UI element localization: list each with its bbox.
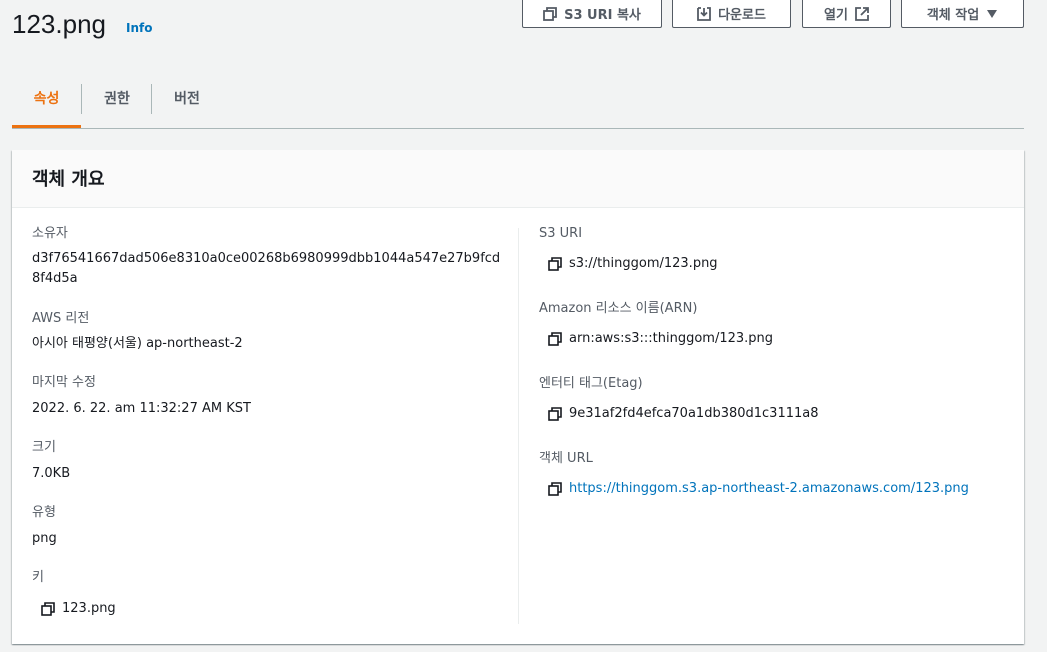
object-url-link[interactable]: https://thinggom.s3.ap-northeast-2.amazo…: [569, 479, 969, 499]
tab-properties[interactable]: 속성: [12, 78, 81, 128]
etag-label: 엔터티 태그(Etag): [539, 376, 643, 391]
arn-value: arn:aws:s3:::thinggom/123.png: [569, 331, 774, 346]
object-url-row: https://thinggom.s3.ap-northeast-2.amazo…: [547, 479, 969, 499]
tab-bar: 속성 권한 버전: [12, 78, 1024, 129]
key-label: 키: [32, 570, 44, 585]
s3-uri-label: S3 URI: [539, 226, 583, 241]
download-button[interactable]: 다운로드: [672, 0, 791, 28]
object-overview-panel: 객체 개요 소유자 d3f76541667dad506e8310a0ce0026…: [12, 150, 1024, 644]
key-row: 123.png: [40, 599, 116, 619]
tab-permissions[interactable]: 권한: [82, 78, 152, 128]
copy-s3-uri-label: S3 URI 복사: [564, 8, 641, 23]
size-label: 크기: [32, 440, 56, 455]
page-header: 123.png Info S3 URI 복사 다운로드 열기 객체 작업: [0, 0, 1047, 60]
info-link[interactable]: Info: [126, 21, 152, 35]
last-modified-label: 마지막 수정: [32, 375, 96, 390]
copy-s3-uri-button[interactable]: S3 URI 복사: [522, 0, 662, 28]
region-label: AWS 리전: [32, 311, 90, 326]
external-link-icon: [855, 6, 869, 21]
last-modified-value: 2022. 6. 22. am 11:32:27 AM KST: [32, 401, 251, 416]
panel-header: [12, 150, 1024, 208]
copy-icon: [543, 6, 557, 21]
arn-label: Amazon 리소스 이름(ARN): [539, 301, 698, 316]
copy-icon[interactable]: [547, 331, 563, 347]
region-value: 아시아 태평양(서울) ap-northeast-2: [32, 336, 243, 351]
owner-value: d3f76541667dad506e8310a0ce00268b6980999d…: [32, 251, 501, 286]
open-label: 열기: [824, 8, 848, 23]
copy-icon[interactable]: [40, 601, 56, 617]
download-label: 다운로드: [718, 8, 766, 23]
copy-icon[interactable]: [547, 406, 563, 422]
etag-value: 9e31af2fd4efca70a1db380d1c3111a8: [569, 406, 819, 421]
key-value: 123.png: [62, 601, 116, 616]
s3-uri-row: s3://thinggom/123.png: [547, 254, 718, 274]
owner-label: 소유자: [32, 226, 68, 241]
object-url-label: 객체 URL: [539, 451, 593, 466]
size-value: 7.0KB: [32, 466, 71, 481]
panel-title: 객체 개요: [32, 169, 105, 190]
open-button[interactable]: 열기: [802, 0, 891, 28]
download-icon: [697, 6, 711, 21]
arn-row: arn:aws:s3:::thinggom/123.png: [547, 329, 773, 349]
type-label: 유형: [32, 505, 56, 520]
tab-versions[interactable]: 버전: [152, 78, 222, 128]
s3-uri-value: s3://thinggom/123.png: [569, 256, 718, 271]
copy-icon[interactable]: [547, 256, 563, 272]
copy-icon[interactable]: [547, 481, 563, 497]
object-actions-label: 객체 작업: [926, 8, 980, 23]
column-divider: [518, 228, 519, 624]
type-value: png: [32, 531, 57, 546]
etag-row: 9e31af2fd4efca70a1db380d1c3111a8: [547, 404, 819, 424]
caret-down-icon: [987, 9, 998, 18]
object-actions-dropdown[interactable]: 객체 작업: [901, 0, 1024, 28]
page-title: 123.png: [12, 9, 106, 39]
